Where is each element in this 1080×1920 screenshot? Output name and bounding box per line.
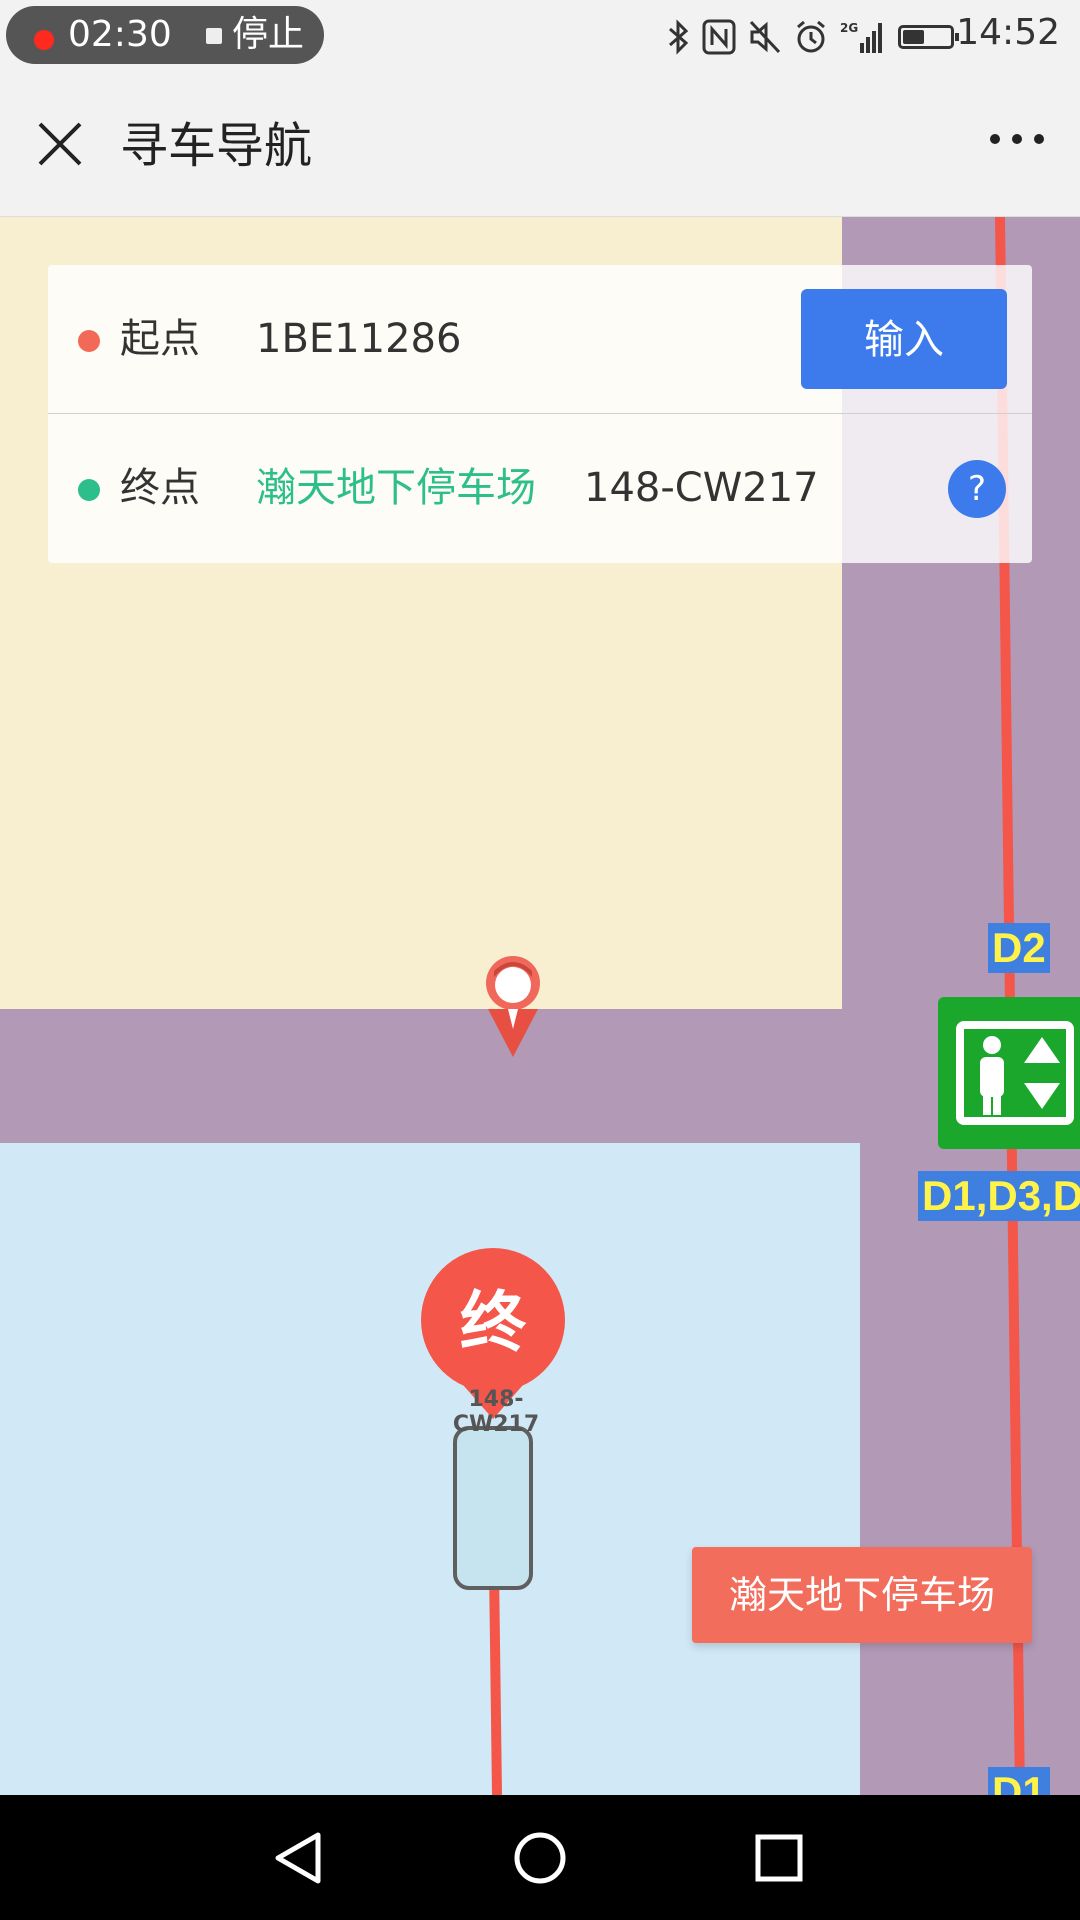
end-dot-icon <box>78 479 100 501</box>
stop-icon <box>206 28 222 44</box>
back-nav-icon[interactable] <box>266 1825 332 1891</box>
more-icon[interactable] <box>990 134 1044 144</box>
parking-slot-target[interactable] <box>453 1426 533 1590</box>
parking-lot-tag[interactable]: 瀚天地下停车场 <box>692 1547 1032 1643</box>
home-nav-icon[interactable] <box>507 1825 573 1891</box>
close-icon[interactable] <box>34 118 86 170</box>
status-bar: 02:30 停止 2G 14:52 <box>0 0 1080 76</box>
alarm-icon <box>797 20 825 53</box>
svg-text:终: 终 <box>460 1284 527 1361</box>
screen-recording-indicator[interactable]: 02:30 停止 <box>6 6 324 64</box>
signal-icon: 2G <box>840 21 882 53</box>
recents-nav-icon[interactable] <box>746 1825 812 1891</box>
end-label: 终点 <box>120 465 200 511</box>
start-dot-icon <box>78 330 100 352</box>
recording-stop-button[interactable]: 停止 <box>232 6 304 64</box>
mute-icon <box>749 20 781 54</box>
current-location-person-icon <box>486 956 540 1057</box>
end-slot-value: 148-CW217 <box>584 465 819 511</box>
recording-time: 02:30 <box>68 14 172 55</box>
help-button[interactable]: ? <box>948 460 1006 518</box>
system-nav-bar <box>0 1795 1080 1920</box>
title-bar: 寻车导航 <box>0 76 1080 217</box>
start-value: 1BE11286 <box>256 316 462 362</box>
battery-icon <box>898 25 959 49</box>
recording-dot-icon <box>34 30 54 50</box>
bluetooth-icon <box>669 19 689 55</box>
destination-slot-label: 148-CW217 <box>452 1387 540 1437</box>
status-icons: 2G <box>666 14 959 60</box>
end-lot-name: 瀚天地下停车场 <box>256 465 536 511</box>
floor-label-d1-d3: D1,D3,D <box>918 1171 1080 1221</box>
elevator-icon[interactable] <box>938 997 1080 1149</box>
route-panel: 起点 1BE11286 输入 终点 瀚天地下停车场 148-CW217 ? <box>48 265 1032 563</box>
start-row: 起点 1BE11286 输入 <box>48 265 1032 414</box>
end-row: 终点 瀚天地下停车场 148-CW217 ? <box>48 414 1032 562</box>
start-label: 起点 <box>120 316 200 362</box>
svg-text:2G: 2G <box>840 21 858 35</box>
nfc-icon <box>702 19 736 55</box>
input-button[interactable]: 输入 <box>801 289 1007 389</box>
page-title: 寻车导航 <box>120 118 313 174</box>
floor-label-d2: D2 <box>988 923 1050 973</box>
floor-label-d1: D1 <box>988 1767 1050 1795</box>
status-clock: 14:52 <box>956 12 1060 53</box>
